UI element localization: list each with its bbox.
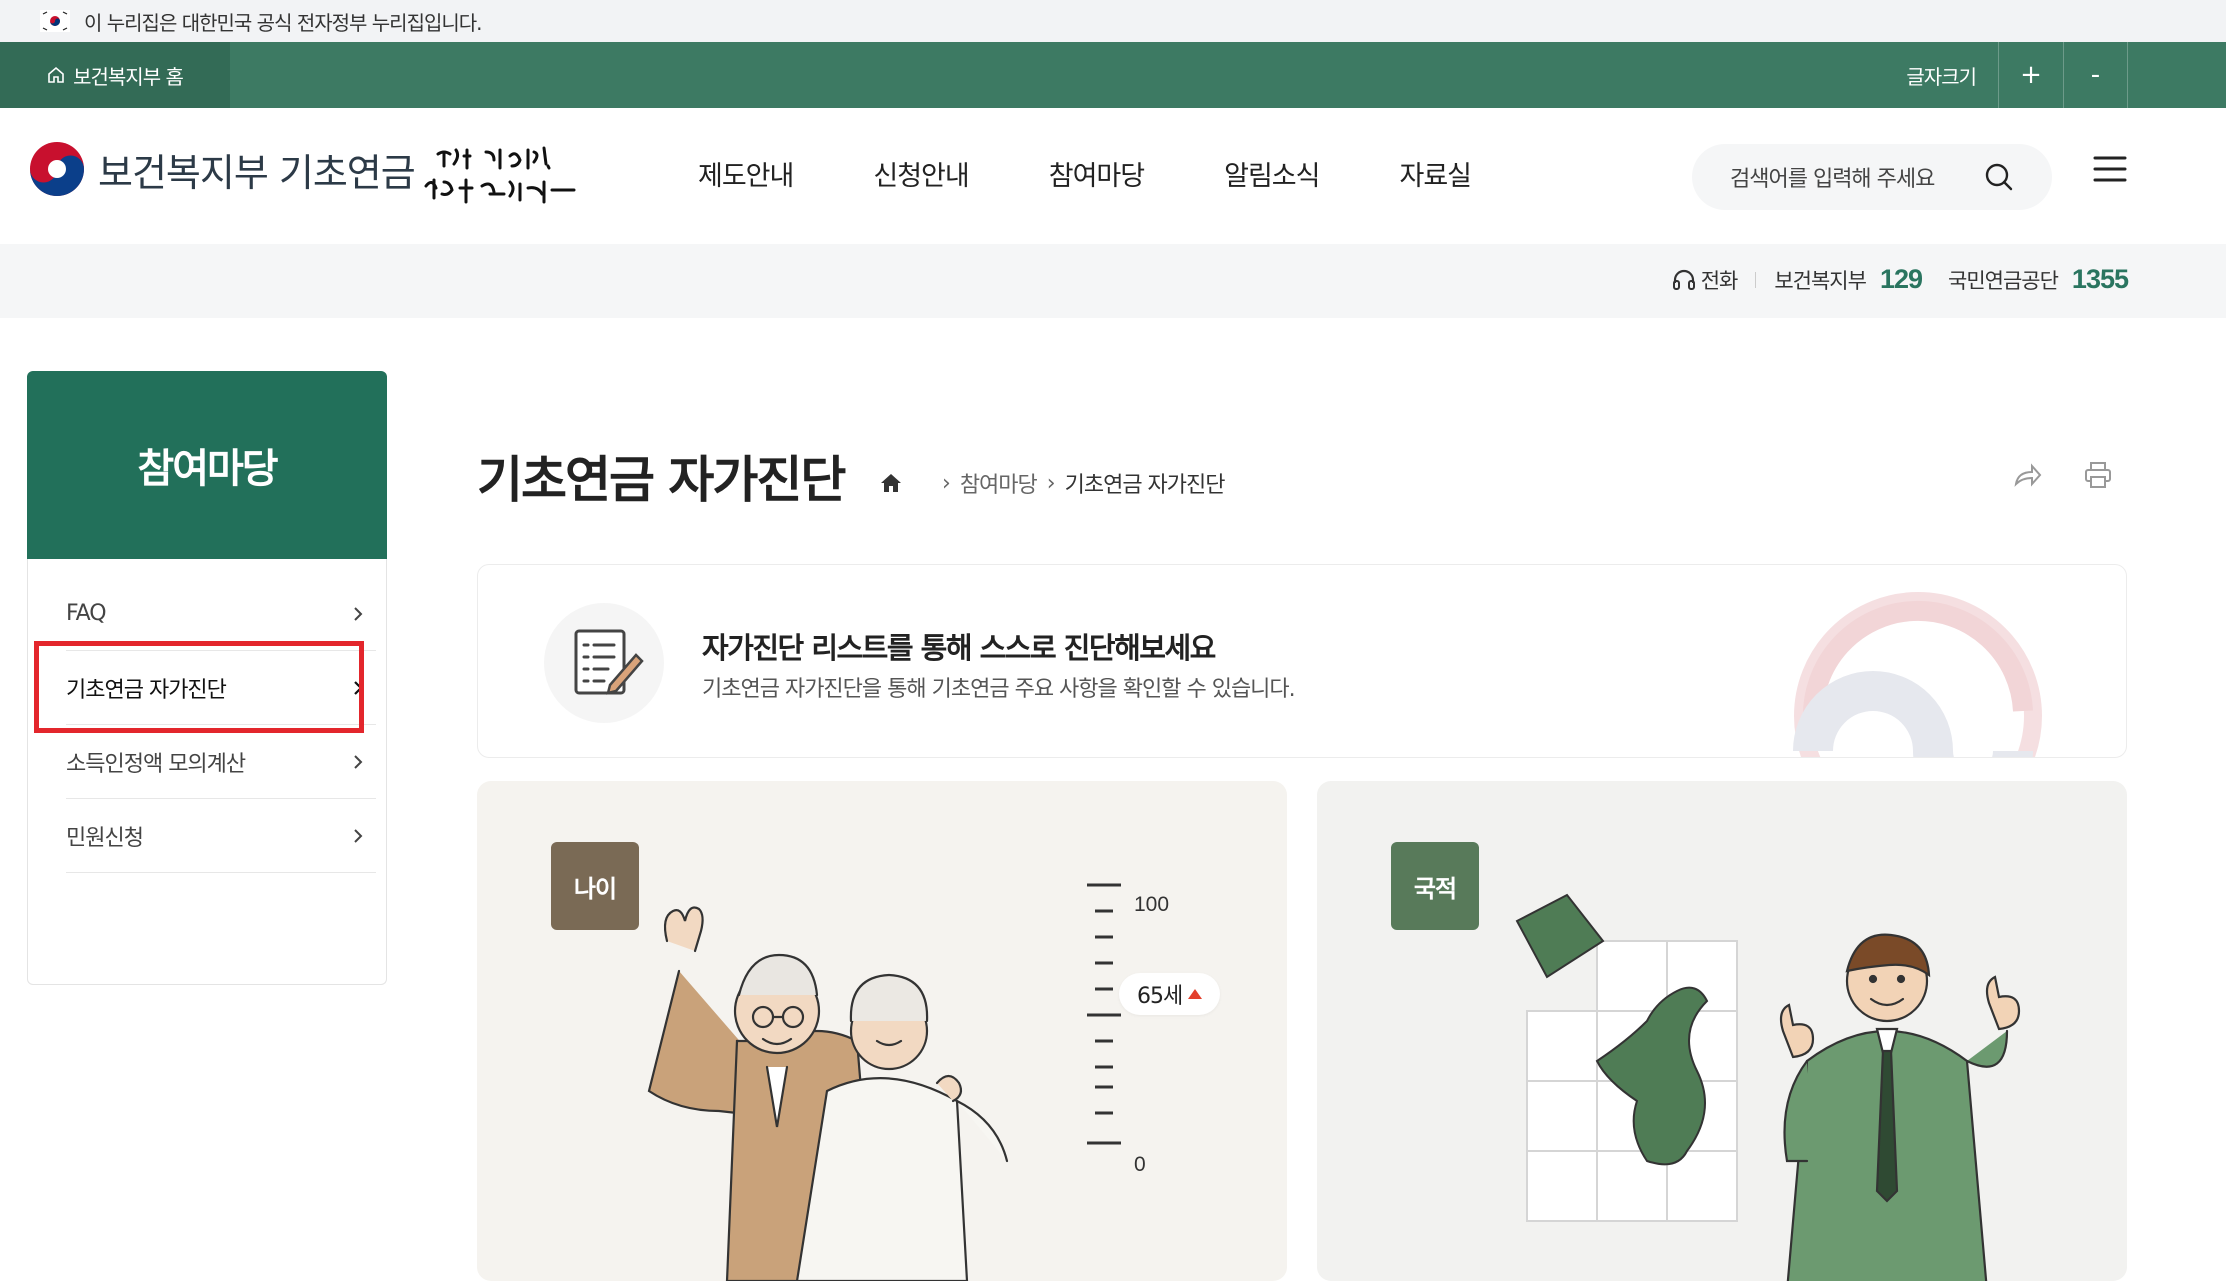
site-header: 보건복지부 기초연금 제도안내 신청안내 참여마당 알림소식 자료실 검색어를 … <box>0 108 2226 244</box>
intro-title: 자가진단 리스트를 통해 스스로 진단해보세요 <box>702 631 1216 665</box>
headset-icon <box>1672 269 1695 290</box>
checklist-icon <box>544 603 664 723</box>
home-icon[interactable] <box>880 473 902 493</box>
search-icon[interactable] <box>1984 162 2014 192</box>
intro-card: 자가진단 리스트를 통해 스스로 진단해보세요 기초연금 자가진단을 통해 기초… <box>477 564 2127 758</box>
nav-system-guide[interactable]: 제도안내 <box>698 154 794 193</box>
phone-number-nps[interactable]: 1355 <box>2072 264 2129 295</box>
main-nav: 제도안내 신청안내 참여마당 알림소식 자료실 <box>698 154 1551 193</box>
chevron-right-icon <box>354 606 363 621</box>
sidebar-title: 참여마당 <box>27 371 387 559</box>
sidebar-item-faq[interactable]: FAQ <box>66 577 376 651</box>
nav-participation[interactable]: 참여마당 <box>1049 154 1145 193</box>
font-decrease-button[interactable]: - <box>2063 42 2128 108</box>
page-title: 기초연금 자가진단 <box>477 451 846 509</box>
nav-news[interactable]: 알림소식 <box>1224 154 1320 193</box>
home-outline-icon <box>48 66 64 83</box>
print-icon[interactable] <box>2083 460 2113 490</box>
slogan-image <box>420 142 590 216</box>
hamburger-menu-icon[interactable] <box>2093 156 2127 182</box>
gov-banner: 이 누리집은 대한민국 공식 전자정부 누리집입니다. <box>0 0 2226 42</box>
korean-flag-icon <box>40 10 70 32</box>
share-icon[interactable] <box>2012 460 2042 490</box>
phone-org-nps: 국민연금공단 <box>1948 268 2059 293</box>
font-increase-button[interactable]: + <box>1998 42 2063 108</box>
sidebar-item-income-simulation[interactable]: 소득인정액 모의계산 <box>66 725 376 799</box>
search-input[interactable]: 검색어를 입력해 주세요 <box>1692 144 2052 210</box>
chevron-right-icon: › <box>942 470 951 496</box>
elderly-couple-illustration <box>647 906 1009 1281</box>
phone-number-mohw[interactable]: 129 <box>1880 264 1923 295</box>
ministry-home-link[interactable]: 보건복지부 홈 <box>0 42 230 108</box>
age-scale-lower <box>1087 1085 1121 1145</box>
breadcrumb-participation[interactable]: 참여마당 <box>960 467 1038 499</box>
phone-label: 전화 <box>1700 268 1739 293</box>
thumbs-up-man-illustration <box>1779 933 2021 1281</box>
logo-text: 보건복지부 기초연금 <box>98 150 416 195</box>
taegeuk-watermark-icon <box>1793 592 2042 757</box>
sidebar-menu: FAQ 기초연금 자가진단 소득인정액 모의계산 민원신청 <box>27 559 387 985</box>
breadcrumb: › 참여마당 › 기초연금 자가진단 <box>880 467 1226 499</box>
sidebar-item-civil-petition[interactable]: 민원신청 <box>66 799 376 873</box>
chevron-right-icon: › <box>1046 470 1056 496</box>
nationality-tag: 국적 <box>1391 842 1479 930</box>
intro-description: 기초연금 자가진단을 통해 기초연금 주요 사항을 확인할 수 있습니다. <box>702 677 1296 702</box>
nav-resources[interactable]: 자료실 <box>1400 154 1473 193</box>
breadcrumb-current: 기초연금 자가진단 <box>1064 473 1226 498</box>
chevron-right-icon <box>354 828 363 843</box>
scale-label-bottom: 0 <box>1134 1153 1146 1176</box>
search-placeholder: 검색어를 입력해 주세요 <box>1730 167 1935 192</box>
divider <box>1755 271 1757 288</box>
chevron-right-icon <box>354 754 363 769</box>
age-scale <box>1087 883 1121 1069</box>
active-item-highlight <box>34 641 364 733</box>
contact-bar: 전화 보건복지부 129 국민연금공단 1355 <box>0 244 2226 318</box>
nav-application-guide[interactable]: 신청안내 <box>873 154 969 193</box>
site-logo[interactable]: 보건복지부 기초연금 <box>28 140 416 198</box>
triangle-up-icon <box>1188 989 1203 999</box>
age-marker-label: 65세 <box>1137 984 1183 1009</box>
font-size-label: 글자크기 <box>1906 64 1977 89</box>
sidebar-item-label: 민원신청 <box>66 825 144 851</box>
utility-bar: 보건복지부 홈 글자크기 + - <box>0 42 2226 108</box>
taegeuk-logo-icon <box>30 142 84 196</box>
scale-label-top: 100 <box>1134 893 1170 916</box>
phone-org-mohw: 보건복지부 <box>1774 268 1867 293</box>
age-tag: 나이 <box>551 842 639 930</box>
age-marker: 65세 <box>1119 973 1221 1015</box>
nationality-card[interactable]: 국적 <box>1317 781 2127 1281</box>
sidebar-item-label: FAQ <box>66 601 107 626</box>
age-card[interactable]: 나이 100 65세 0 <box>477 781 1287 1281</box>
sidebar-item-label: 소득인정액 모의계산 <box>66 751 246 777</box>
ministry-home-label: 보건복지부 홈 <box>73 64 184 89</box>
gov-banner-text: 이 누리집은 대한민국 공식 전자정부 누리집입니다. <box>84 10 483 35</box>
